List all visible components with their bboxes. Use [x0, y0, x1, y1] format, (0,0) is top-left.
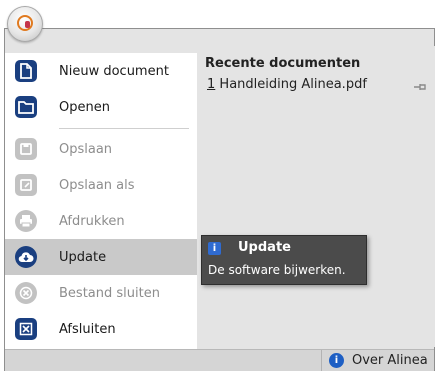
tooltip-description: De software bijwerken. — [208, 263, 346, 277]
top-strip — [0, 0, 435, 28]
backstage-menu: Nieuw document Openen Opslaan Opslaan al… — [5, 53, 197, 353]
status-bar: i Over Alinea — [5, 349, 434, 371]
printer-icon — [15, 210, 37, 232]
menu-item-print[interactable]: Afdrukken — [5, 203, 197, 239]
menu-label: Opslaan — [59, 141, 113, 157]
update-tooltip: i Update De software bijwerken. — [201, 235, 367, 285]
menu-label: Bestand sluiten — [59, 285, 160, 301]
alinea-logo-icon — [17, 15, 33, 31]
cloud-download-icon — [15, 246, 37, 268]
menu-label: Openen — [59, 99, 110, 115]
pin-icon[interactable] — [413, 81, 427, 91]
info-icon: i — [329, 353, 344, 368]
recent-document-number: 1 — [207, 77, 216, 92]
save-as-icon — [15, 174, 37, 196]
exit-icon — [15, 318, 37, 340]
about-button[interactable]: i Over Alinea — [321, 350, 435, 371]
app-menu-button[interactable] — [7, 6, 43, 42]
menu-separator — [59, 128, 189, 129]
tooltip-title: Update — [238, 240, 291, 255]
info-icon: i — [208, 242, 221, 255]
menu-item-close-file[interactable]: Bestand sluiten — [5, 275, 197, 311]
menu-item-new-document[interactable]: Nieuw document — [5, 53, 197, 89]
menu-label: Opslaan als — [59, 177, 135, 193]
save-icon — [15, 138, 37, 160]
menu-item-save[interactable]: Opslaan — [5, 131, 197, 167]
menu-item-save-as[interactable]: Opslaan als — [5, 167, 197, 203]
backstage-panel: Nieuw document Openen Opslaan Opslaan al… — [4, 28, 435, 371]
menu-label: Update — [59, 249, 107, 265]
menu-label: Afsluiten — [59, 321, 116, 337]
menu-item-update[interactable]: Update — [5, 239, 197, 275]
about-label: Over Alinea — [352, 353, 428, 368]
recent-documents-title: Recente documenten — [205, 56, 361, 71]
new-document-icon — [15, 60, 37, 82]
recent-documents-pane: Recente documenten 1 Handleiding Alinea.… — [197, 46, 435, 347]
close-circle-icon — [15, 282, 37, 304]
recent-document-item[interactable]: 1 Handleiding Alinea.pdf — [207, 77, 427, 95]
recent-document-name: Handleiding Alinea.pdf — [219, 77, 367, 92]
menu-label: Nieuw document — [59, 63, 169, 79]
menu-label: Afdrukken — [59, 213, 125, 229]
menu-item-open[interactable]: Openen — [5, 89, 197, 125]
menu-item-exit[interactable]: Afsluiten — [5, 311, 197, 347]
folder-icon — [15, 96, 37, 118]
